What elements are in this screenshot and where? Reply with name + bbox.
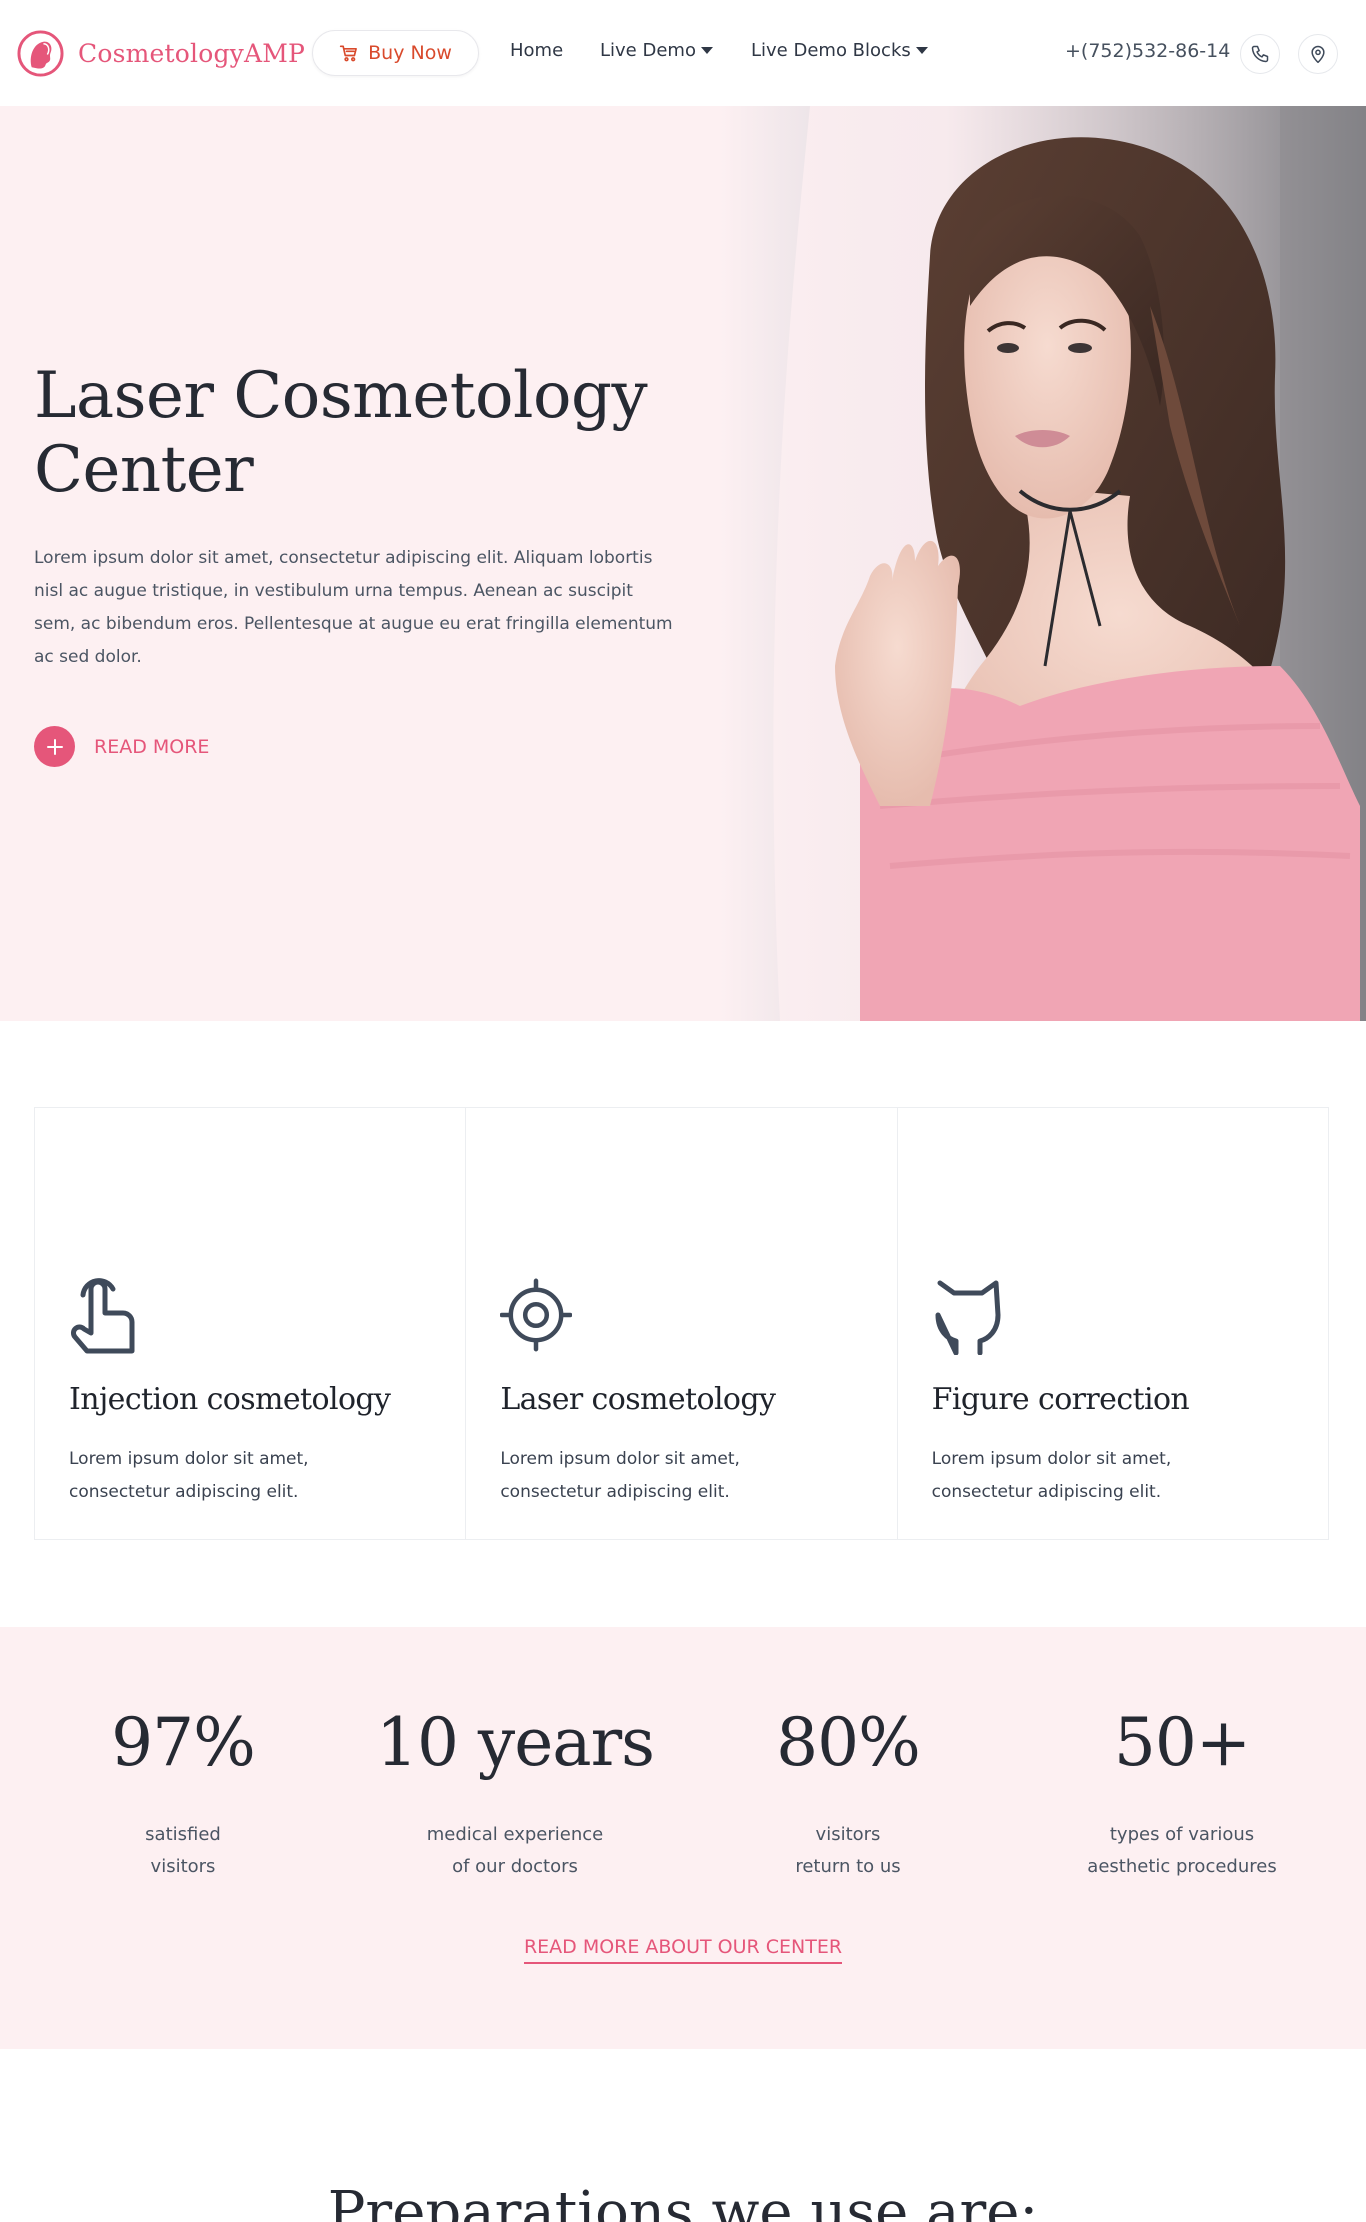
nav-home-label: Home [510,40,564,61]
logo[interactable]: CosmetologyAMP [17,30,305,77]
service-card[interactable]: Figure correction Lorem ipsum dolor sit … [898,1108,1328,1539]
hero-section: Laser Cosmetology Center Lorem ipsum dol… [0,106,1366,1021]
preparations-title: Preparations we use are: [327,2180,1039,2222]
phone-icon [1251,45,1269,63]
nav-live-demo-blocks-label: Live Demo Blocks [751,40,911,61]
buy-now-button[interactable]: Buy Now [312,30,479,76]
nav-live-demo[interactable]: Live Demo [600,40,713,61]
read-more-label: READ MORE [94,735,210,758]
service-description: Lorem ipsum dolor sit amet, consectetur … [500,1449,740,1502]
nav-home[interactable]: Home [510,40,563,61]
service-description: Lorem ipsum dolor sit amet, consectetur … [931,1449,1172,1502]
stat-value: 80% [776,1704,921,1781]
nav-live-demo-blocks[interactable]: Live Demo Blocks [751,40,928,61]
phone-number[interactable]: +(752)532-86-14 [1065,40,1230,62]
read-more-about-center-link[interactable]: READ MORE ABOUT OUR CENTER [0,1936,1366,1964]
chevron-down-icon [700,47,713,54]
woman-profile-logo-icon [17,30,64,77]
service-card[interactable]: Laser cosmetology Lorem ipsum dolor sit … [466,1108,898,1539]
plus-circle-icon [34,726,75,767]
target-icon [500,1278,573,1352]
read-more-button[interactable]: READ MORE [34,726,209,767]
nav-live-demo-label: Live Demo [600,40,696,61]
map-pin-icon [1311,45,1325,64]
stat-label: types of various aesthetic procedures [1087,1824,1277,1877]
hand-pointer-icon [71,1278,135,1354]
shopping-cart-icon [339,45,358,62]
service-title: Figure correction [931,1382,1190,1417]
service-description: Lorem ipsum dolor sit amet, consectetur … [69,1449,309,1502]
stat-label: visitors return to us [795,1824,901,1877]
stats-section: 97% satisfied visitors 10 years medical … [0,1627,1366,2049]
cat-face-icon [935,1280,1001,1355]
logo-text: CosmetologyAMP [78,39,306,68]
read-more-about-center-label: READ MORE ABOUT OUR CENTER [523,1936,843,1964]
call-button[interactable] [1240,34,1280,74]
stat-label: medical experience of our doctors [426,1824,604,1877]
site-header: CosmetologyAMP Buy Now Home Live Demo Li… [0,0,1366,106]
services-grid: Injection cosmetology Lorem ipsum dolor … [34,1107,1329,1540]
stat-label: satisfied visitors [145,1824,221,1877]
hero-description: Lorem ipsum dolor sit amet, consectetur … [34,548,673,667]
service-title: Laser cosmetology [500,1382,776,1417]
service-title: Injection cosmetology [69,1382,391,1417]
stat-value: 97% [111,1704,256,1781]
chevron-down-icon [915,47,928,54]
location-button[interactable] [1298,34,1338,74]
hero-woman-photo [720,106,1366,1021]
hero-title: Laser Cosmetology Center [34,359,648,507]
service-card[interactable]: Injection cosmetology Lorem ipsum dolor … [35,1108,467,1539]
stat-value: 50+ [1113,1704,1251,1781]
stat-value: 10 years [375,1704,655,1781]
buy-now-label: Buy Now [368,42,452,64]
